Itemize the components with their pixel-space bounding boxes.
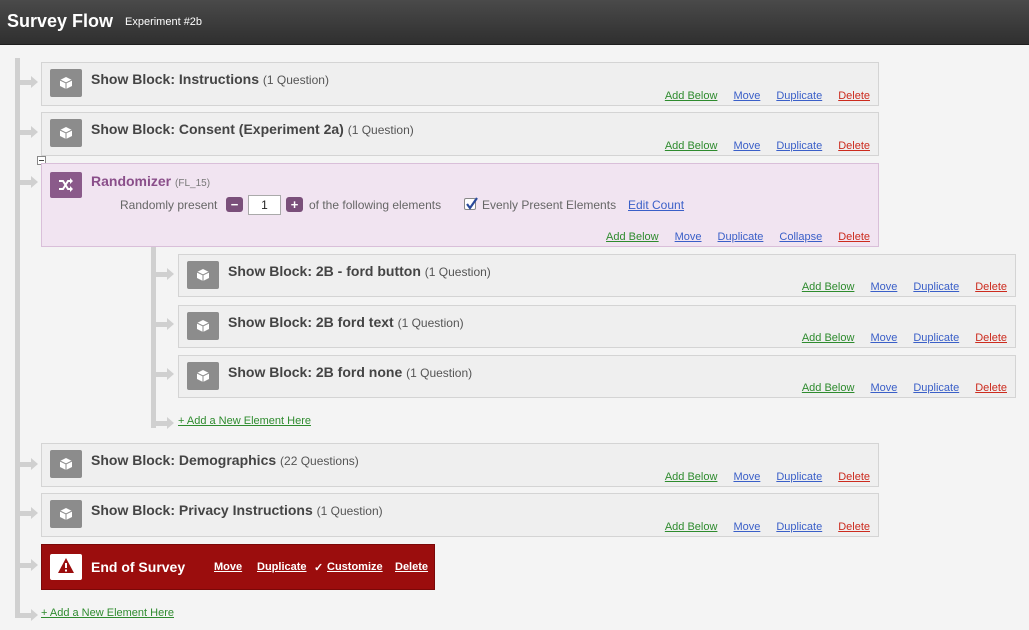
add-new-element-link-inner[interactable]: + Add a New Element Here — [178, 415, 311, 427]
block-actions: Add Below Move Duplicate Delete — [786, 382, 1007, 394]
move-link[interactable]: Move — [733, 140, 760, 152]
block-cube-icon — [50, 119, 82, 147]
flow-arrow-icon — [167, 417, 174, 429]
block-cube-icon — [187, 261, 219, 289]
delete-link[interactable]: Delete — [838, 521, 870, 533]
flow-arrow-icon — [167, 368, 174, 380]
delete-link[interactable]: Delete — [975, 332, 1007, 344]
page-title: Survey Flow — [7, 11, 114, 31]
warning-icon — [50, 554, 82, 580]
add-below-link[interactable]: Add Below — [665, 471, 718, 483]
block-title: Show Block: 2B - ford button (1 Question… — [228, 263, 491, 279]
move-link[interactable]: Move — [870, 332, 897, 344]
flow-arrow-icon — [31, 559, 38, 571]
move-link[interactable]: Move — [675, 231, 702, 243]
block-cube-icon — [50, 500, 82, 528]
flow-arrow-icon — [31, 458, 38, 470]
flow-block-instructions[interactable]: Show Block: Instructions (1 Question) Ad… — [41, 62, 879, 106]
flow-block-consent[interactable]: Show Block: Consent (Experiment 2a) (1 Q… — [41, 112, 879, 156]
move-link[interactable]: Move — [733, 90, 760, 102]
decrement-button[interactable]: − — [226, 197, 243, 212]
collapse-link[interactable]: Collapse — [779, 231, 822, 243]
duplicate-link[interactable]: Duplicate — [776, 140, 822, 152]
increment-button[interactable]: + — [286, 197, 303, 212]
block-title: Show Block: 2B ford text (1 Question) — [228, 314, 464, 330]
block-title: Show Block: Consent (Experiment 2a) (1 Q… — [91, 121, 414, 137]
flow-arrow-icon — [31, 76, 38, 88]
block-title: Show Block: Instructions (1 Question) — [91, 71, 329, 87]
add-below-link[interactable]: Add Below — [665, 90, 718, 102]
delete-link[interactable]: Delete — [838, 140, 870, 152]
duplicate-link[interactable]: Duplicate — [257, 561, 307, 573]
block-cube-icon — [187, 362, 219, 390]
randomizer-block[interactable]: Randomizer (FL_15) Randomly present − 1 … — [41, 163, 879, 247]
block-actions: Add Below Move Duplicate Delete — [649, 471, 870, 483]
block-title: Show Block: Demographics (22 Questions) — [91, 452, 359, 468]
evenly-present-label: Evenly Present Elements — [482, 198, 617, 212]
block-cube-icon — [187, 312, 219, 340]
block-cube-icon — [50, 69, 82, 97]
move-link[interactable]: Move — [870, 281, 897, 293]
add-below-link[interactable]: Add Below — [802, 332, 855, 344]
randomizer-settings: Randomly present − 1 + of the following … — [120, 195, 720, 215]
duplicate-link[interactable]: Duplicate — [913, 332, 959, 344]
following-elements-label: of the following elements — [309, 198, 442, 212]
duplicate-link[interactable]: Duplicate — [718, 231, 764, 243]
block-actions: Add Below Move Duplicate Delete — [786, 281, 1007, 293]
duplicate-link[interactable]: Duplicate — [913, 382, 959, 394]
delete-link[interactable]: Delete — [838, 90, 870, 102]
app-header: Survey Flow Experiment #2b — [0, 0, 1029, 45]
delete-link[interactable]: Delete — [975, 382, 1007, 394]
block-title: Show Block: 2B ford none (1 Question) — [228, 364, 473, 380]
shuffle-icon — [50, 172, 82, 198]
duplicate-link[interactable]: Duplicate — [776, 90, 822, 102]
block-actions: Add Below Move Duplicate Delete — [649, 90, 870, 102]
block-actions: Add Below Move Duplicate Delete — [649, 521, 870, 533]
flow-arrow-icon — [31, 126, 38, 138]
delete-link[interactable]: Delete — [838, 231, 870, 243]
delete-link[interactable]: Delete — [838, 471, 870, 483]
add-below-link[interactable]: Add Below — [802, 281, 855, 293]
duplicate-link[interactable]: Duplicate — [913, 281, 959, 293]
flow-block-demographics[interactable]: Show Block: Demographics (22 Questions) … — [41, 443, 879, 487]
move-link[interactable]: Move — [733, 521, 760, 533]
add-new-element-link-outer[interactable]: + Add a New Element Here — [41, 607, 174, 619]
flow-arrow-icon — [31, 507, 38, 519]
flow-block-ford-none[interactable]: Show Block: 2B ford none (1 Question) Ad… — [178, 355, 1016, 398]
move-link[interactable]: Move — [870, 382, 897, 394]
survey-name: Experiment #2b — [125, 16, 203, 28]
block-cube-icon — [50, 450, 82, 478]
block-actions: Add Below Move Duplicate Delete — [786, 332, 1007, 344]
flow-block-ford-text[interactable]: Show Block: 2B ford text (1 Question) Ad… — [178, 305, 1016, 348]
end-of-survey-block[interactable]: End of Survey Move Duplicate ✓ Customize… — [41, 544, 435, 590]
end-of-survey-title: End of Survey — [91, 559, 186, 575]
customize-link[interactable]: Customize — [327, 561, 383, 573]
delete-link[interactable]: Delete — [975, 281, 1007, 293]
randomizer-title: Randomizer (FL_15) — [91, 173, 211, 189]
flow-arrow-icon — [167, 318, 174, 330]
flow-block-ford-button[interactable]: Show Block: 2B - ford button (1 Question… — [178, 254, 1016, 297]
block-actions: Add Below Move Duplicate Delete — [649, 140, 870, 152]
duplicate-link[interactable]: Duplicate — [776, 521, 822, 533]
flow-arrow-icon — [31, 176, 38, 188]
move-link[interactable]: Move — [733, 471, 760, 483]
duplicate-link[interactable]: Duplicate — [776, 471, 822, 483]
add-below-link[interactable]: Add Below — [802, 382, 855, 394]
evenly-present-checkbox[interactable] — [464, 197, 478, 210]
add-below-link[interactable]: Add Below — [665, 140, 718, 152]
add-below-link[interactable]: Add Below — [665, 521, 718, 533]
check-icon: ✓ — [314, 562, 324, 574]
randomly-present-label: Randomly present — [120, 198, 218, 212]
flow-arrow-icon — [167, 268, 174, 280]
edit-count-link[interactable]: Edit Count — [628, 198, 684, 212]
flow-block-privacy-instructions[interactable]: Show Block: Privacy Instructions (1 Ques… — [41, 493, 879, 537]
randomizer-actions: Add Below Move Duplicate Collapse Delete — [590, 231, 870, 243]
flow-arrow-icon — [31, 609, 38, 621]
block-title: Show Block: Privacy Instructions (1 Ques… — [91, 502, 383, 518]
add-below-link[interactable]: Add Below — [606, 231, 659, 243]
flow-connector-line — [15, 58, 20, 618]
present-count-input[interactable]: 1 — [248, 195, 281, 215]
delete-link[interactable]: Delete — [395, 561, 428, 573]
move-link[interactable]: Move — [214, 561, 242, 573]
